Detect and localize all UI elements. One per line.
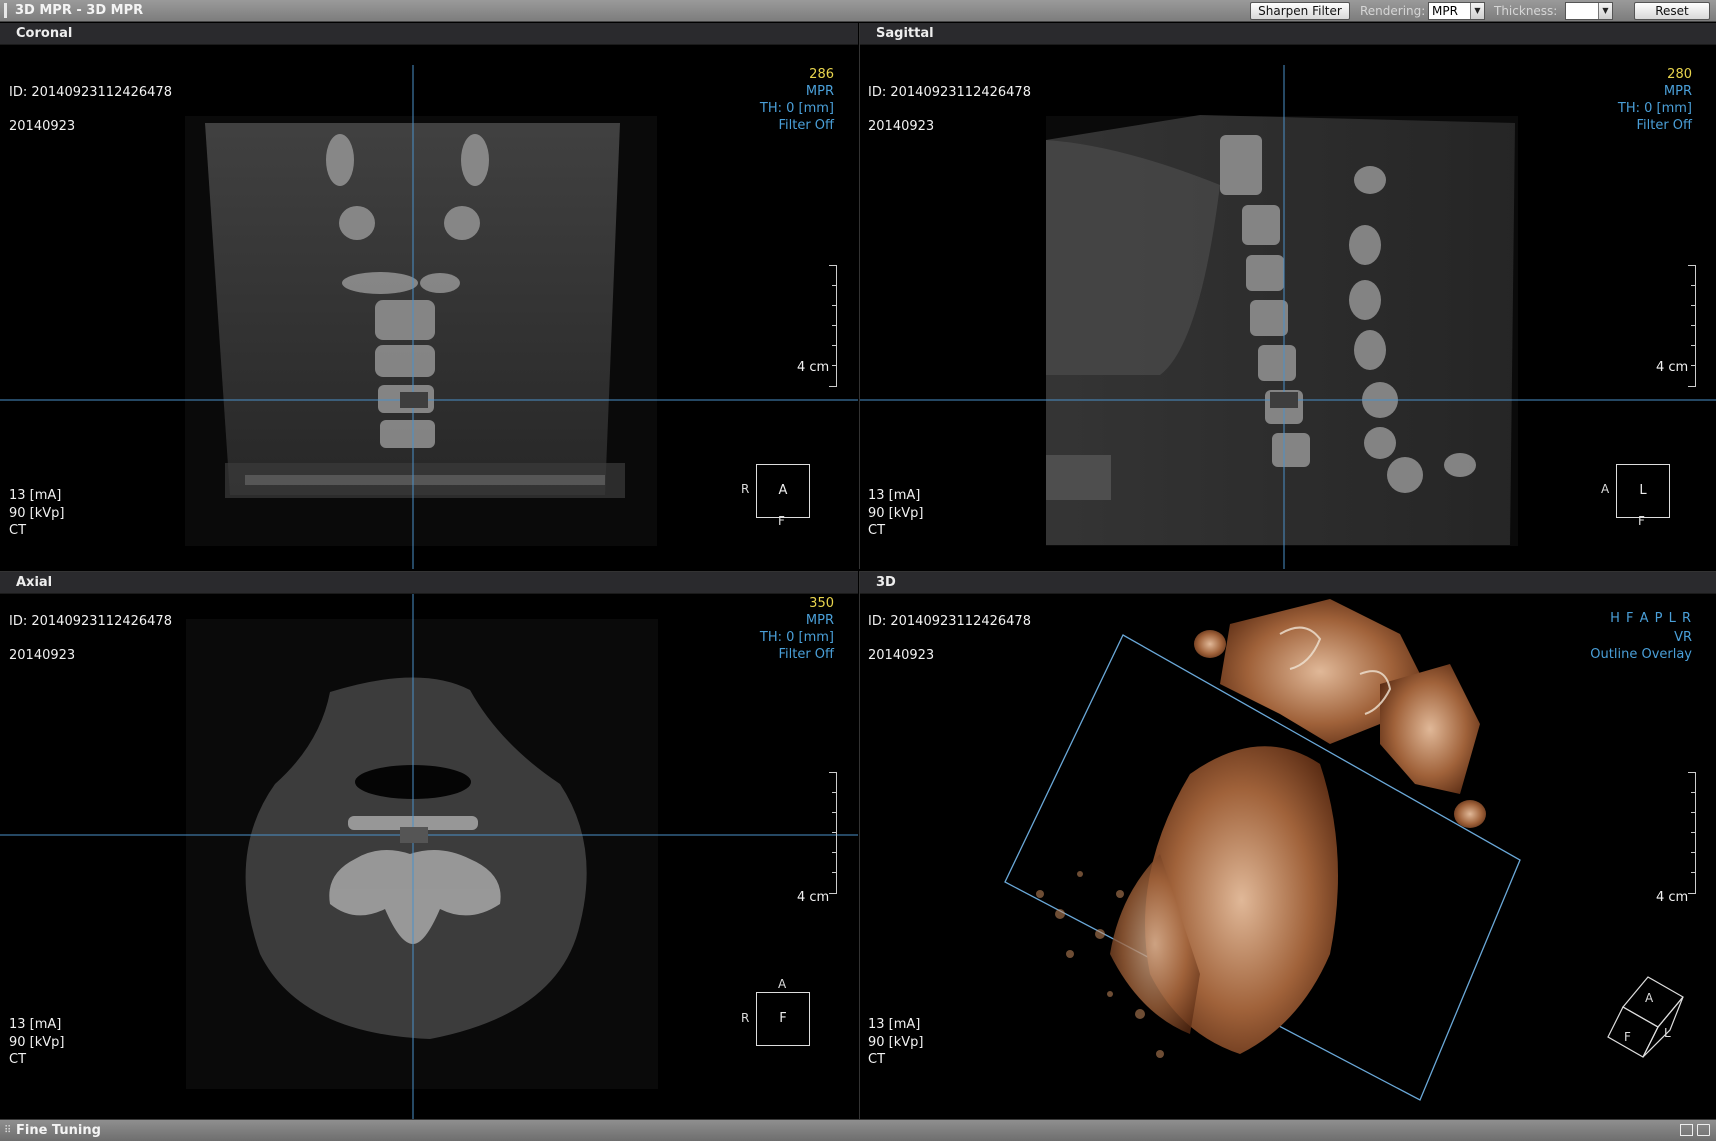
modality: CT	[9, 1052, 27, 1067]
window-title: 3D MPR - 3D MPR	[4, 3, 143, 18]
orientation-bottom: F	[778, 514, 785, 528]
tube-current: 13 [mA]	[9, 488, 62, 503]
scale-ruler	[829, 772, 837, 894]
study-date: 20140923	[9, 119, 76, 134]
rendering-label: Rendering:	[1360, 4, 1426, 18]
orientation-bottom: F	[1638, 514, 1645, 528]
cube-label-a: A	[1645, 991, 1654, 1005]
coronal-ct-image	[0, 65, 858, 569]
viewport-axial[interactable]: Axial 350 ID: 20140923112426478 MPR TH: …	[0, 571, 858, 1119]
thickness-select[interactable]: ▼	[1565, 2, 1613, 20]
viewport-title: Axial	[16, 575, 53, 590]
patient-id: ID: 20140923112426478	[9, 614, 172, 629]
filter-status: Filter Off	[1636, 118, 1692, 133]
render-mode: VR	[1674, 630, 1692, 645]
scale-label: 4 cm	[1656, 360, 1689, 375]
viewport-3d[interactable]: 3D ID: 20140923112426478 H F A P L R VR …	[859, 571, 1716, 1119]
filter-status: Filter Off	[778, 647, 834, 662]
viewport-header: Sagittal	[860, 23, 1716, 45]
viewport-canvas[interactable]: ID: 20140923112426478 H F A P L R VR 201…	[860, 594, 1716, 1119]
tube-current: 13 [mA]	[868, 488, 921, 503]
axial-ct-image	[0, 594, 858, 1119]
slice-number: 280	[1667, 67, 1692, 82]
render-mode: MPR	[805, 84, 834, 99]
scale-ruler	[829, 265, 837, 387]
viewport-title: Coronal	[16, 26, 73, 41]
folder-icon[interactable]	[1697, 1124, 1710, 1136]
sharpen-filter-button[interactable]: Sharpen Filter	[1250, 2, 1350, 20]
viewport-coronal[interactable]: Coronal 286 ID: 20140923112426478 MPR TH…	[0, 23, 858, 569]
scale-label: 4 cm	[797, 360, 830, 375]
viewport-header: Axial	[0, 572, 858, 594]
tube-voltage: 90 [kVp]	[868, 506, 924, 521]
fine-tuning-title: Fine Tuning	[16, 1123, 101, 1138]
volume-rendering	[1004, 599, 1521, 1101]
sagittal-ct-image	[860, 65, 1716, 569]
thickness-readout: TH: 0 [mm]	[1617, 101, 1692, 116]
save-icon[interactable]	[1680, 1124, 1693, 1136]
slice-number: 350	[809, 596, 834, 611]
overlay-mode: Outline Overlay	[1590, 647, 1692, 662]
tube-current: 13 [mA]	[9, 1017, 62, 1032]
orientation-top: A	[778, 977, 787, 991]
modality: CT	[868, 523, 886, 538]
top-toolbar: 3D MPR - 3D MPR Sharpen Filter Rendering…	[0, 0, 1716, 22]
render-mode: MPR	[1663, 84, 1692, 99]
render-mode: MPR	[805, 613, 834, 628]
patient-id: ID: 20140923112426478	[868, 85, 1031, 100]
viewport-header: 3D	[860, 572, 1716, 594]
scale-ruler	[1688, 265, 1696, 387]
scale-label: 4 cm	[797, 890, 830, 905]
study-date: 20140923	[868, 648, 935, 663]
viewport-header: Coronal	[0, 23, 858, 45]
fine-tuning-bar[interactable]: ⠿ Fine Tuning	[0, 1119, 1716, 1141]
study-date: 20140923	[9, 648, 76, 663]
orientation-left: R	[741, 482, 750, 496]
orientation-cube-icon[interactable]	[1598, 972, 1698, 1072]
thickness-readout: TH: 0 [mm]	[759, 630, 834, 645]
orientation-box: L	[1616, 464, 1670, 518]
orientation-left: A	[1601, 482, 1610, 496]
orientation-left: R	[741, 1011, 750, 1025]
patient-id: ID: 20140923112426478	[868, 614, 1031, 629]
tube-voltage: 90 [kVp]	[9, 506, 65, 521]
modality: CT	[868, 1052, 886, 1067]
rendering-value: MPR	[1432, 4, 1458, 18]
orientation-box: A	[756, 464, 810, 518]
viewport-title: 3D	[876, 575, 896, 590]
orientation-box: F	[756, 992, 810, 1046]
modality: CT	[9, 523, 27, 538]
rendering-select[interactable]: MPR ▼	[1428, 2, 1485, 20]
tube-voltage: 90 [kVp]	[9, 1035, 65, 1050]
tube-voltage: 90 [kVp]	[868, 1035, 924, 1050]
patient-id: ID: 20140923112426478	[9, 85, 172, 100]
reset-button[interactable]: Reset	[1634, 2, 1710, 20]
viewport-canvas[interactable]: 280 ID: 20140923112426478 MPR TH: 0 [mm]…	[860, 45, 1716, 569]
thickness-readout: TH: 0 [mm]	[759, 101, 834, 116]
tube-current: 13 [mA]	[868, 1017, 921, 1032]
viewport-sagittal[interactable]: Sagittal 280 ID: 20140923112426478 MPR T…	[859, 23, 1716, 569]
grip-icon[interactable]: ⠿	[4, 1125, 11, 1136]
orientation-labels: H F A P L R	[1610, 611, 1692, 626]
study-date: 20140923	[868, 119, 935, 134]
slice-number: 286	[809, 67, 834, 82]
chevron-down-icon[interactable]: ▼	[1470, 3, 1484, 19]
chevron-down-icon[interactable]: ▼	[1598, 3, 1612, 19]
viewport-canvas[interactable]: 286 ID: 20140923112426478 MPR TH: 0 [mm]…	[0, 45, 858, 569]
viewport-title: Sagittal	[876, 26, 934, 41]
scale-ruler	[1688, 772, 1696, 894]
filter-status: Filter Off	[778, 118, 834, 133]
scale-label: 4 cm	[1656, 890, 1689, 905]
cube-label-f: F	[1624, 1030, 1631, 1044]
thickness-label: Thickness:	[1494, 4, 1558, 18]
cube-label-l: L	[1664, 1026, 1671, 1040]
viewport-canvas[interactable]: 350 ID: 20140923112426478 MPR TH: 0 [mm]…	[0, 594, 858, 1119]
